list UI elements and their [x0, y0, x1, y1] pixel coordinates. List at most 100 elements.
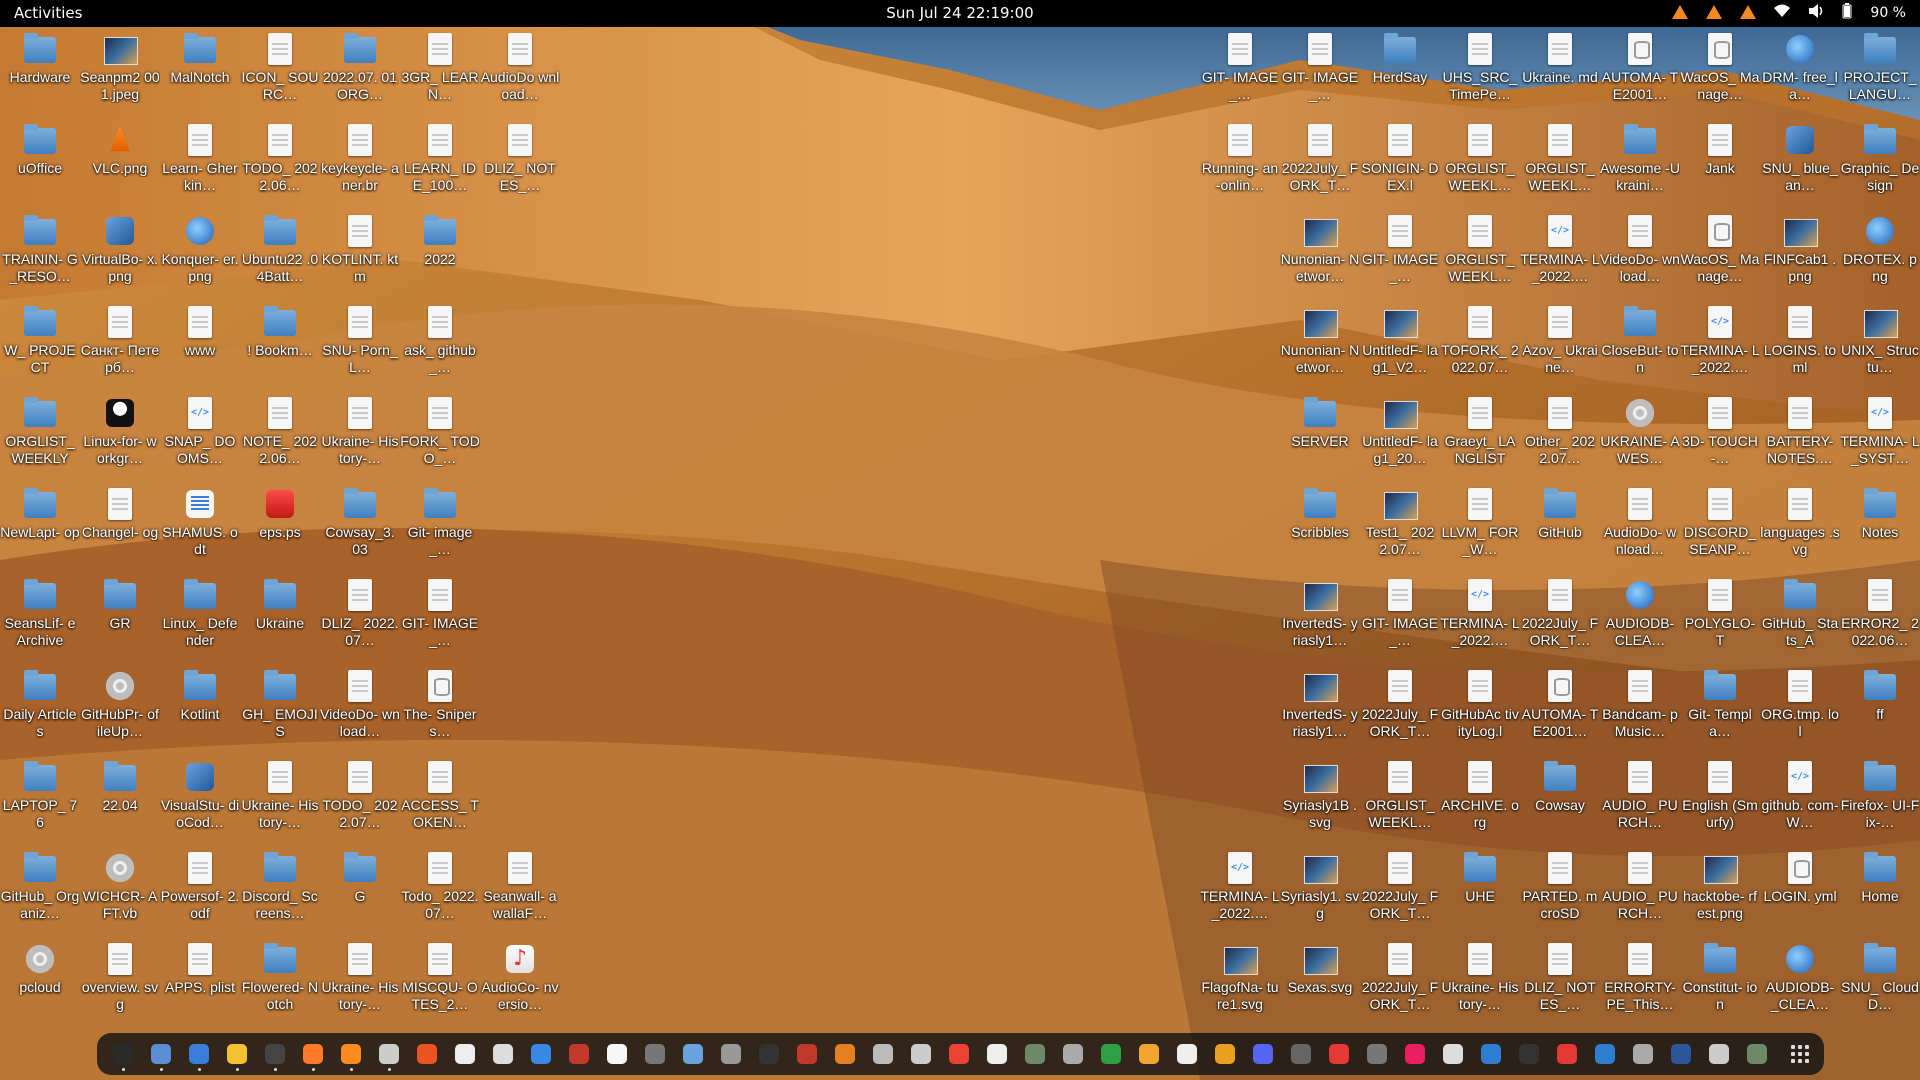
desktop-icon[interactable]: Hardware [0, 27, 80, 118]
desktop-icon[interactable]: TRAININ- G_RESO… [0, 209, 80, 300]
desktop-icon[interactable]: ask_ github_… [400, 300, 480, 391]
desktop-icon[interactable]: Test1_ 2022.07… [1360, 482, 1440, 573]
desktop-icon[interactable]: WacOS_ Manage… [1680, 209, 1760, 300]
desktop-icon[interactable]: GIT- IMAGE_… [1360, 573, 1440, 664]
dock-monitor-icon[interactable] [563, 1038, 595, 1070]
desktop-icon[interactable]: MISCQU- OTES_2… [400, 937, 480, 1028]
warning-icon[interactable] [1672, 5, 1689, 21]
desktop-icon[interactable]: TODO_ 2022.06… [240, 118, 320, 209]
desktop-icon[interactable]: UHS_SRC_ TimePe… [1440, 27, 1520, 118]
desktop-icon[interactable]: Ukraine- History-… [240, 755, 320, 846]
dock-document-icon[interactable] [601, 1038, 633, 1070]
desktop-icon[interactable]: Sexas.svg [1280, 937, 1360, 1028]
dock-mail-icon[interactable] [1437, 1038, 1469, 1070]
desktop-icon[interactable]: ICON_ SOURC… [240, 27, 320, 118]
desktop-icon[interactable]: InvertedS- yriasly1… [1280, 664, 1360, 755]
desktop-icon[interactable]: languages .svg [1760, 482, 1840, 573]
system-tray[interactable]: 90 % [1672, 3, 1906, 23]
desktop-icon[interactable]: </> TERMINA- L_2022.… [1520, 209, 1600, 300]
desktop-icon[interactable]: AUTOMA- TE2001… [1520, 664, 1600, 755]
desktop-icon[interactable]: Firefox- UI-Fix-… [1840, 755, 1920, 846]
desktop-icon[interactable]: eps.ps [240, 482, 320, 573]
desktop-icon[interactable]: ORGLIST_ WEEKL… [1520, 118, 1600, 209]
desktop-icon[interactable]: DISCORD_ SEANP… [1680, 482, 1760, 573]
desktop-icon[interactable]: 2022.07. 01ORG… [320, 27, 400, 118]
desktop-icon[interactable]: Seanpm2 001.jpeg [80, 27, 160, 118]
desktop-icon[interactable]: ! Bookm… [240, 300, 320, 391]
desktop-icon[interactable]: AUDIO_ PURCH… [1600, 846, 1680, 937]
desktop-icon[interactable]: 2022July_ FORK_T… [1360, 664, 1440, 755]
desktop-icon[interactable]: Ukraine. md [1520, 27, 1600, 118]
dock-discord-icon[interactable] [1247, 1038, 1279, 1070]
desktop-icon[interactable]: GitHubPr- ofileUp… [80, 664, 160, 755]
desktop-icon[interactable]: GIT- IMAGE_… [1200, 27, 1280, 118]
dock-notes-icon[interactable] [221, 1038, 253, 1071]
desktop-icon[interactable]: Kotlint [160, 664, 240, 755]
desktop-icon[interactable]: POLYGLO- T [1680, 573, 1760, 664]
desktop-icon[interactable]: VisualStu- dioCod… [160, 755, 240, 846]
desktop-icon[interactable]: </> TERMINA- L_2022.… [1680, 300, 1760, 391]
desktop-icon[interactable]: GitHub [1520, 482, 1600, 573]
desktop-icon[interactable]: BATTERY- NOTES.… [1760, 391, 1840, 482]
dock-tool-icon[interactable] [639, 1038, 671, 1070]
desktop-icon[interactable]: AUTOMA- TE2001… [1600, 27, 1680, 118]
desktop-icon[interactable]: SHAMUS. odt [160, 482, 240, 573]
desktop-icon[interactable]: SNU_ blue_an… [1760, 118, 1840, 209]
desktop-icon[interactable]: LOGIN. yml [1760, 846, 1840, 937]
desktop-icon[interactable]: GIT- IMAGE_… [1360, 209, 1440, 300]
dock-archive-icon[interactable] [867, 1038, 899, 1070]
desktop-icon[interactable]: GitHub_ Stats_A [1760, 573, 1840, 664]
desktop-icon[interactable]: Git- image_… [400, 482, 480, 573]
dock-heart-icon[interactable] [1551, 1038, 1583, 1070]
desktop-icon[interactable]: DLIZ_ NOTES_… [1520, 937, 1600, 1028]
desktop-icon[interactable]: www [160, 300, 240, 391]
desktop-icon[interactable]: Syriasly1B .svg [1280, 755, 1360, 846]
desktop-icon[interactable]: ARCHIVE. org [1440, 755, 1520, 846]
desktop-icon[interactable]: FlagofNa- ture1.svg [1200, 937, 1280, 1028]
desktop-icon[interactable]: TOFORK_ 2022.07… [1440, 300, 1520, 391]
desktop-icon[interactable]: ORGLIST_ WEEKLY [0, 391, 80, 482]
dock-chromium-icon[interactable] [373, 1038, 405, 1071]
dock-vlc-icon[interactable] [335, 1038, 367, 1071]
desktop-icon[interactable]: ACCESS_ TOKEN… [400, 755, 480, 846]
desktop-icon[interactable]: AudioCo- nversio… [480, 937, 560, 1028]
desktop-icon[interactable]: GIT- IMAGE_… [1280, 27, 1360, 118]
desktop-icon[interactable]: DLIZ_ 2022.07… [320, 573, 400, 664]
dock-disk-icon[interactable] [715, 1038, 747, 1070]
desktop-icon[interactable]: Discord_ Screens… [240, 846, 320, 937]
desktop-icon[interactable]: PROJECT_ LANGU… [1840, 27, 1920, 118]
desktop-icon[interactable]: overview. svg [80, 937, 160, 1028]
warning-icon[interactable] [1740, 5, 1757, 21]
desktop-icon[interactable]: 3D- TOUCH-… [1680, 391, 1760, 482]
desktop-icon[interactable]: </> github. com-W… [1760, 755, 1840, 846]
desktop-icon[interactable]: Санкт- Петерб… [80, 300, 160, 391]
desktop-icon[interactable]: NOTE_ 2022.06… [240, 391, 320, 482]
desktop-icon[interactable]: Git- Templa… [1680, 664, 1760, 755]
dock-files-icon[interactable] [145, 1038, 177, 1071]
desktop-icon[interactable]: FORK_ TODO_… [400, 391, 480, 482]
desktop-icon[interactable]: ERRORTY- PE_This… [1600, 937, 1680, 1028]
desktop-icon[interactable]: VirtualBo- x.png [80, 209, 160, 300]
dock-help-icon[interactable] [525, 1038, 557, 1070]
desktop-icon[interactable]: Bandcam- pMusic… [1600, 664, 1680, 755]
desktop-icon[interactable]: Running- an-onlin… [1200, 118, 1280, 209]
desktop-icon[interactable]: GR [80, 573, 160, 664]
dock-writer-icon[interactable] [449, 1038, 481, 1070]
dock-software-center-icon[interactable] [411, 1038, 443, 1070]
dock-image-viewer-icon[interactable] [1133, 1038, 1165, 1070]
dock-impress-icon[interactable] [487, 1038, 519, 1070]
desktop-icon[interactable]: Constitut- ion [1680, 937, 1760, 1028]
desktop-icon[interactable]: VideoDo- wnload… [1600, 209, 1680, 300]
desktop-icon[interactable]: Other_ 2022.07… [1520, 391, 1600, 482]
desktop-icon[interactable]: Scribbles [1280, 482, 1360, 573]
dock-presentation-icon[interactable] [1627, 1038, 1659, 1070]
desktop-icon[interactable]: keykeycle- aner.br [320, 118, 400, 209]
desktop-icon[interactable]: ORGLIST_ WEEKL… [1440, 209, 1520, 300]
desktop-icon[interactable]: HerdSay [1360, 27, 1440, 118]
desktop-icon[interactable]: AUDIO_ PURCH… [1600, 755, 1680, 846]
desktop-icon[interactable]: VideoDo- wnload… [320, 664, 400, 755]
desktop-icon[interactable]: ff [1840, 664, 1920, 755]
desktop-icon[interactable]: Nunonian- Networ… [1280, 300, 1360, 391]
desktop-icon[interactable]: hacktobe- rfest.png [1680, 846, 1760, 937]
desktop-icon[interactable]: ORG.tmp. lol [1760, 664, 1840, 755]
